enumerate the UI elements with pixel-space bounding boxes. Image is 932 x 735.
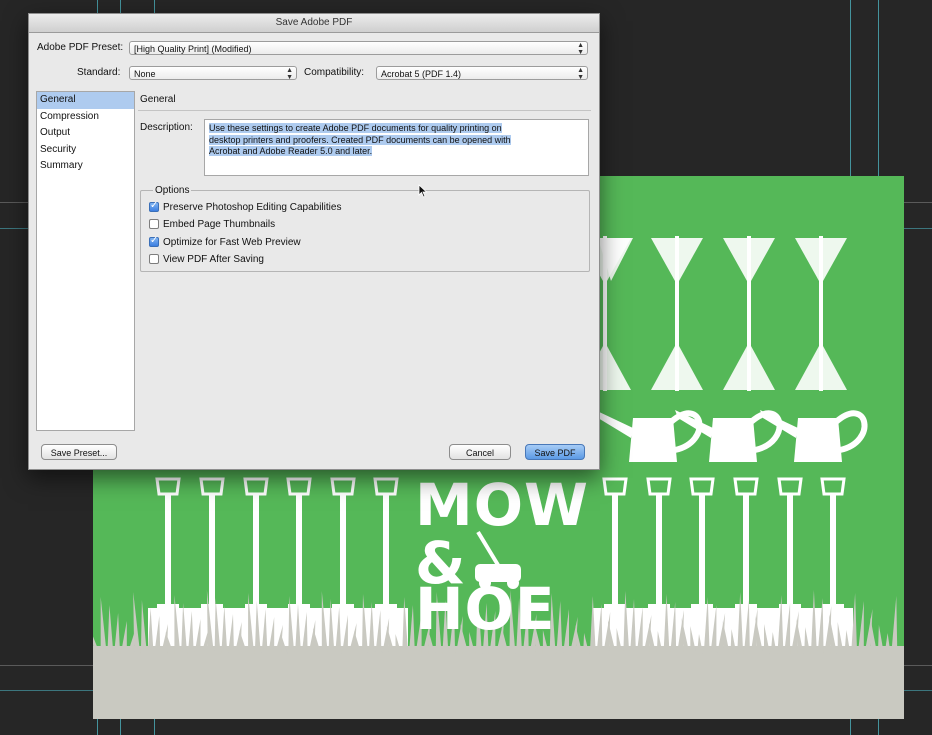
spade-grip <box>602 477 628 496</box>
sidebar-item-security[interactable]: Security <box>37 142 134 159</box>
description-line: desktop printers and proofers. Created P… <box>209 134 511 145</box>
standard-select[interactable]: None ▲ ▼ <box>129 66 297 80</box>
standard-label: Standard: <box>77 67 121 78</box>
watering-can-spout <box>595 410 633 438</box>
spade-handle <box>209 494 215 606</box>
compatibility-label: Compatibility: <box>304 67 365 78</box>
compatibility-value: Acrobat 5 (PDF 1.4) <box>381 69 462 79</box>
preset-select[interactable]: [High Quality Print] (Modified) ▲ ▼ <box>129 41 588 55</box>
spade-grip <box>689 477 715 496</box>
spade-grip <box>243 477 269 496</box>
spade-grip <box>330 477 356 496</box>
save-preset-button[interactable]: Save Preset... <box>41 444 117 460</box>
grass-blade <box>120 621 127 654</box>
grass-blade <box>563 609 569 654</box>
option-label: Preserve Photoshop Editing Capabilities <box>163 201 342 213</box>
spade-grip <box>373 477 399 496</box>
preset-label: Adobe PDF Preset: <box>37 42 124 53</box>
grass-blade <box>884 633 891 654</box>
spade-grip <box>199 477 225 496</box>
spade-handle <box>830 494 836 606</box>
chevron-updown-icon: ▲ ▼ <box>286 67 293 80</box>
grass-base <box>93 646 904 719</box>
rake-head <box>723 346 775 390</box>
watering-can-body <box>794 418 842 462</box>
rake-head <box>651 346 703 390</box>
watering-can-body <box>629 418 677 462</box>
save-pdf-button[interactable]: Save PDF <box>525 444 585 460</box>
checkbox[interactable] <box>149 200 159 212</box>
spade-handle <box>699 494 705 606</box>
save-pdf-dialog: Save Adobe PDF Adobe PDF Preset: [High Q… <box>28 13 600 470</box>
sidebar-item-output[interactable]: Output <box>37 125 134 142</box>
compatibility-select[interactable]: Acrobat 5 (PDF 1.4) ▲ ▼ <box>376 66 588 80</box>
description-textarea[interactable]: Use these settings to create Adobe PDF d… <box>204 119 589 176</box>
sidebar-item-summary[interactable]: Summary <box>37 158 134 175</box>
grass-blade <box>133 592 141 654</box>
description-line: Acrobat and Adobe Reader 5.0 and later. <box>209 146 373 156</box>
grass-blade <box>556 601 563 654</box>
option-preserve-editing[interactable]: Preserve Photoshop Editing Capabilities <box>149 200 341 214</box>
option-view-after-saving[interactable]: View PDF After Saving <box>149 252 264 266</box>
watering-can-body <box>709 418 757 462</box>
checkbox[interactable] <box>149 219 159 229</box>
mouse-cursor-icon <box>418 184 428 198</box>
spade-handle <box>253 494 259 606</box>
grass-blade <box>107 605 114 654</box>
grass-blade <box>408 605 415 654</box>
category-list: General Compression Output Security Summ… <box>36 91 135 431</box>
logo-hoe: HOE <box>415 575 556 643</box>
grass-blade <box>100 597 107 654</box>
divider <box>138 110 591 111</box>
option-embed-thumbnails[interactable]: Embed Page Thumbnails <box>149 217 275 231</box>
spade-grip <box>820 477 846 496</box>
spade-handle <box>165 494 171 606</box>
standard-value: None <box>134 69 156 79</box>
grass-blade <box>857 601 864 654</box>
spade-handle <box>612 494 618 606</box>
spade-grip <box>777 477 803 496</box>
checkbox[interactable] <box>149 235 159 247</box>
section-title: General <box>140 94 176 105</box>
spade-handle <box>296 494 302 606</box>
cancel-button[interactable]: Cancel <box>449 444 511 460</box>
grass-blade <box>114 613 121 654</box>
dialog-title[interactable]: Save Adobe PDF <box>29 14 599 33</box>
spade-handle <box>743 494 749 606</box>
rake-head <box>723 238 775 281</box>
spade-handle <box>383 494 389 606</box>
description-label: Description: <box>140 122 193 133</box>
sidebar-item-compression[interactable]: Compression <box>37 109 134 126</box>
spade-handle <box>340 494 346 606</box>
spade-grip <box>646 477 672 496</box>
rake-head <box>795 238 847 281</box>
chevron-updown-icon: ▲ ▼ <box>577 67 584 80</box>
grass-blade <box>140 600 147 654</box>
logo-mow: MOW <box>415 471 589 539</box>
preset-value: [High Quality Print] (Modified) <box>134 44 252 54</box>
description-line: Use these settings to create Adobe PDF d… <box>209 123 502 133</box>
options-legend: Options <box>153 185 192 196</box>
spade-handle <box>787 494 793 606</box>
grass-blade <box>583 633 590 654</box>
checkbox[interactable] <box>149 254 159 264</box>
ground-patch <box>148 608 408 648</box>
rake-head <box>651 238 703 281</box>
sidebar-item-general[interactable]: General <box>37 92 134 109</box>
rake-head <box>795 346 847 390</box>
spade-grip <box>733 477 759 496</box>
grass-blade <box>891 596 898 654</box>
grass-blade <box>877 625 884 654</box>
spade-handle <box>656 494 662 606</box>
option-label: Optimize for Fast Web Preview <box>163 236 301 248</box>
option-label: View PDF After Saving <box>163 253 264 265</box>
spade-grip <box>286 477 312 496</box>
chevron-updown-icon: ▲ ▼ <box>577 42 584 55</box>
spade-grip <box>155 477 181 496</box>
option-label: Embed Page Thumbnails <box>163 218 276 230</box>
option-fast-web-preview[interactable]: Optimize for Fast Web Preview <box>149 235 301 249</box>
